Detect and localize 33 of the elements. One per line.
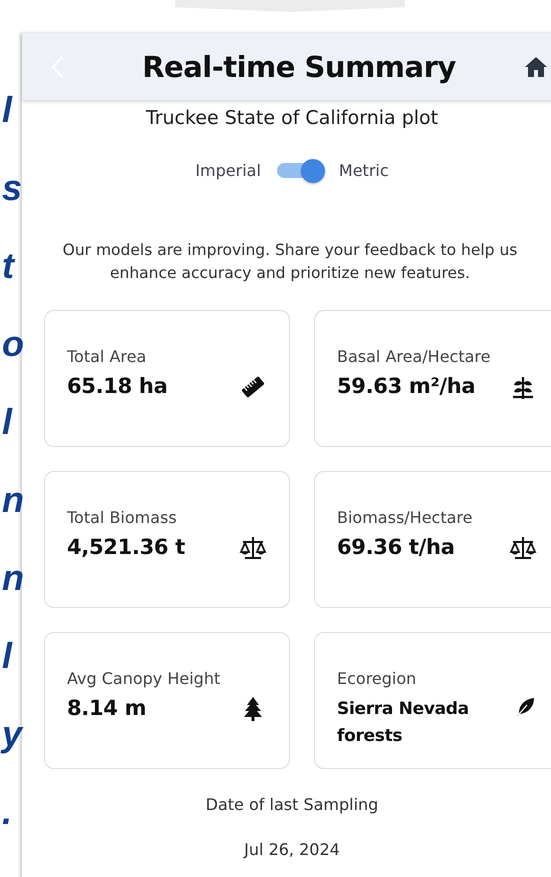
stat-value: 59.63 m²/ha	[337, 374, 476, 398]
text-fragment: s	[1, 166, 24, 210]
stat-label: Total Area	[67, 347, 148, 366]
text-fragment: n	[1, 478, 25, 522]
stat-label: Basal Area/Hectare	[337, 347, 492, 366]
scale-icon	[509, 534, 537, 562]
stat-value: Sierra Nevada forests	[337, 698, 470, 748]
text-fragment: .	[1, 790, 14, 834]
text-fragment: l	[1, 400, 14, 444]
plot-name: Truckee State of California plot	[144, 107, 440, 129]
sampling-label: Date of last Sampling	[204, 795, 380, 814]
toggle-label: Imperial	[195, 160, 261, 180]
toggle-label: Metric	[338, 160, 389, 180]
stat-label: Biomass/Hectare	[337, 508, 474, 527]
stat-value: 65.18 ha	[67, 374, 168, 398]
stat-label: Total Biomass	[67, 508, 178, 527]
sampling-date: Jul 26, 2024	[242, 840, 341, 859]
feedback-message: Our models are improving. Share your feedback to help us enhance accuracy and prioritize new features.	[62, 240, 518, 284]
stat-value: 4,521.36 t	[67, 535, 186, 559]
stat-value: 69.36 t/ha	[337, 535, 456, 559]
text-fragment: t	[1, 244, 16, 288]
text-fragment: l	[1, 88, 14, 132]
text-fragment: o	[1, 322, 25, 366]
text-fragment: n	[1, 556, 25, 600]
scale-icon	[239, 534, 267, 562]
units-switch[interactable]	[274, 159, 325, 181]
stat-value: 8.14 m	[67, 696, 148, 720]
text-fragment: y	[0, 712, 24, 756]
stat-label: Ecoregion	[337, 669, 418, 688]
home-icon[interactable]	[524, 56, 548, 78]
screen-title: Real-time Summary	[141, 50, 457, 84]
text-fragment: l	[1, 634, 14, 678]
stat-label: Avg Canopy Height	[67, 669, 222, 688]
